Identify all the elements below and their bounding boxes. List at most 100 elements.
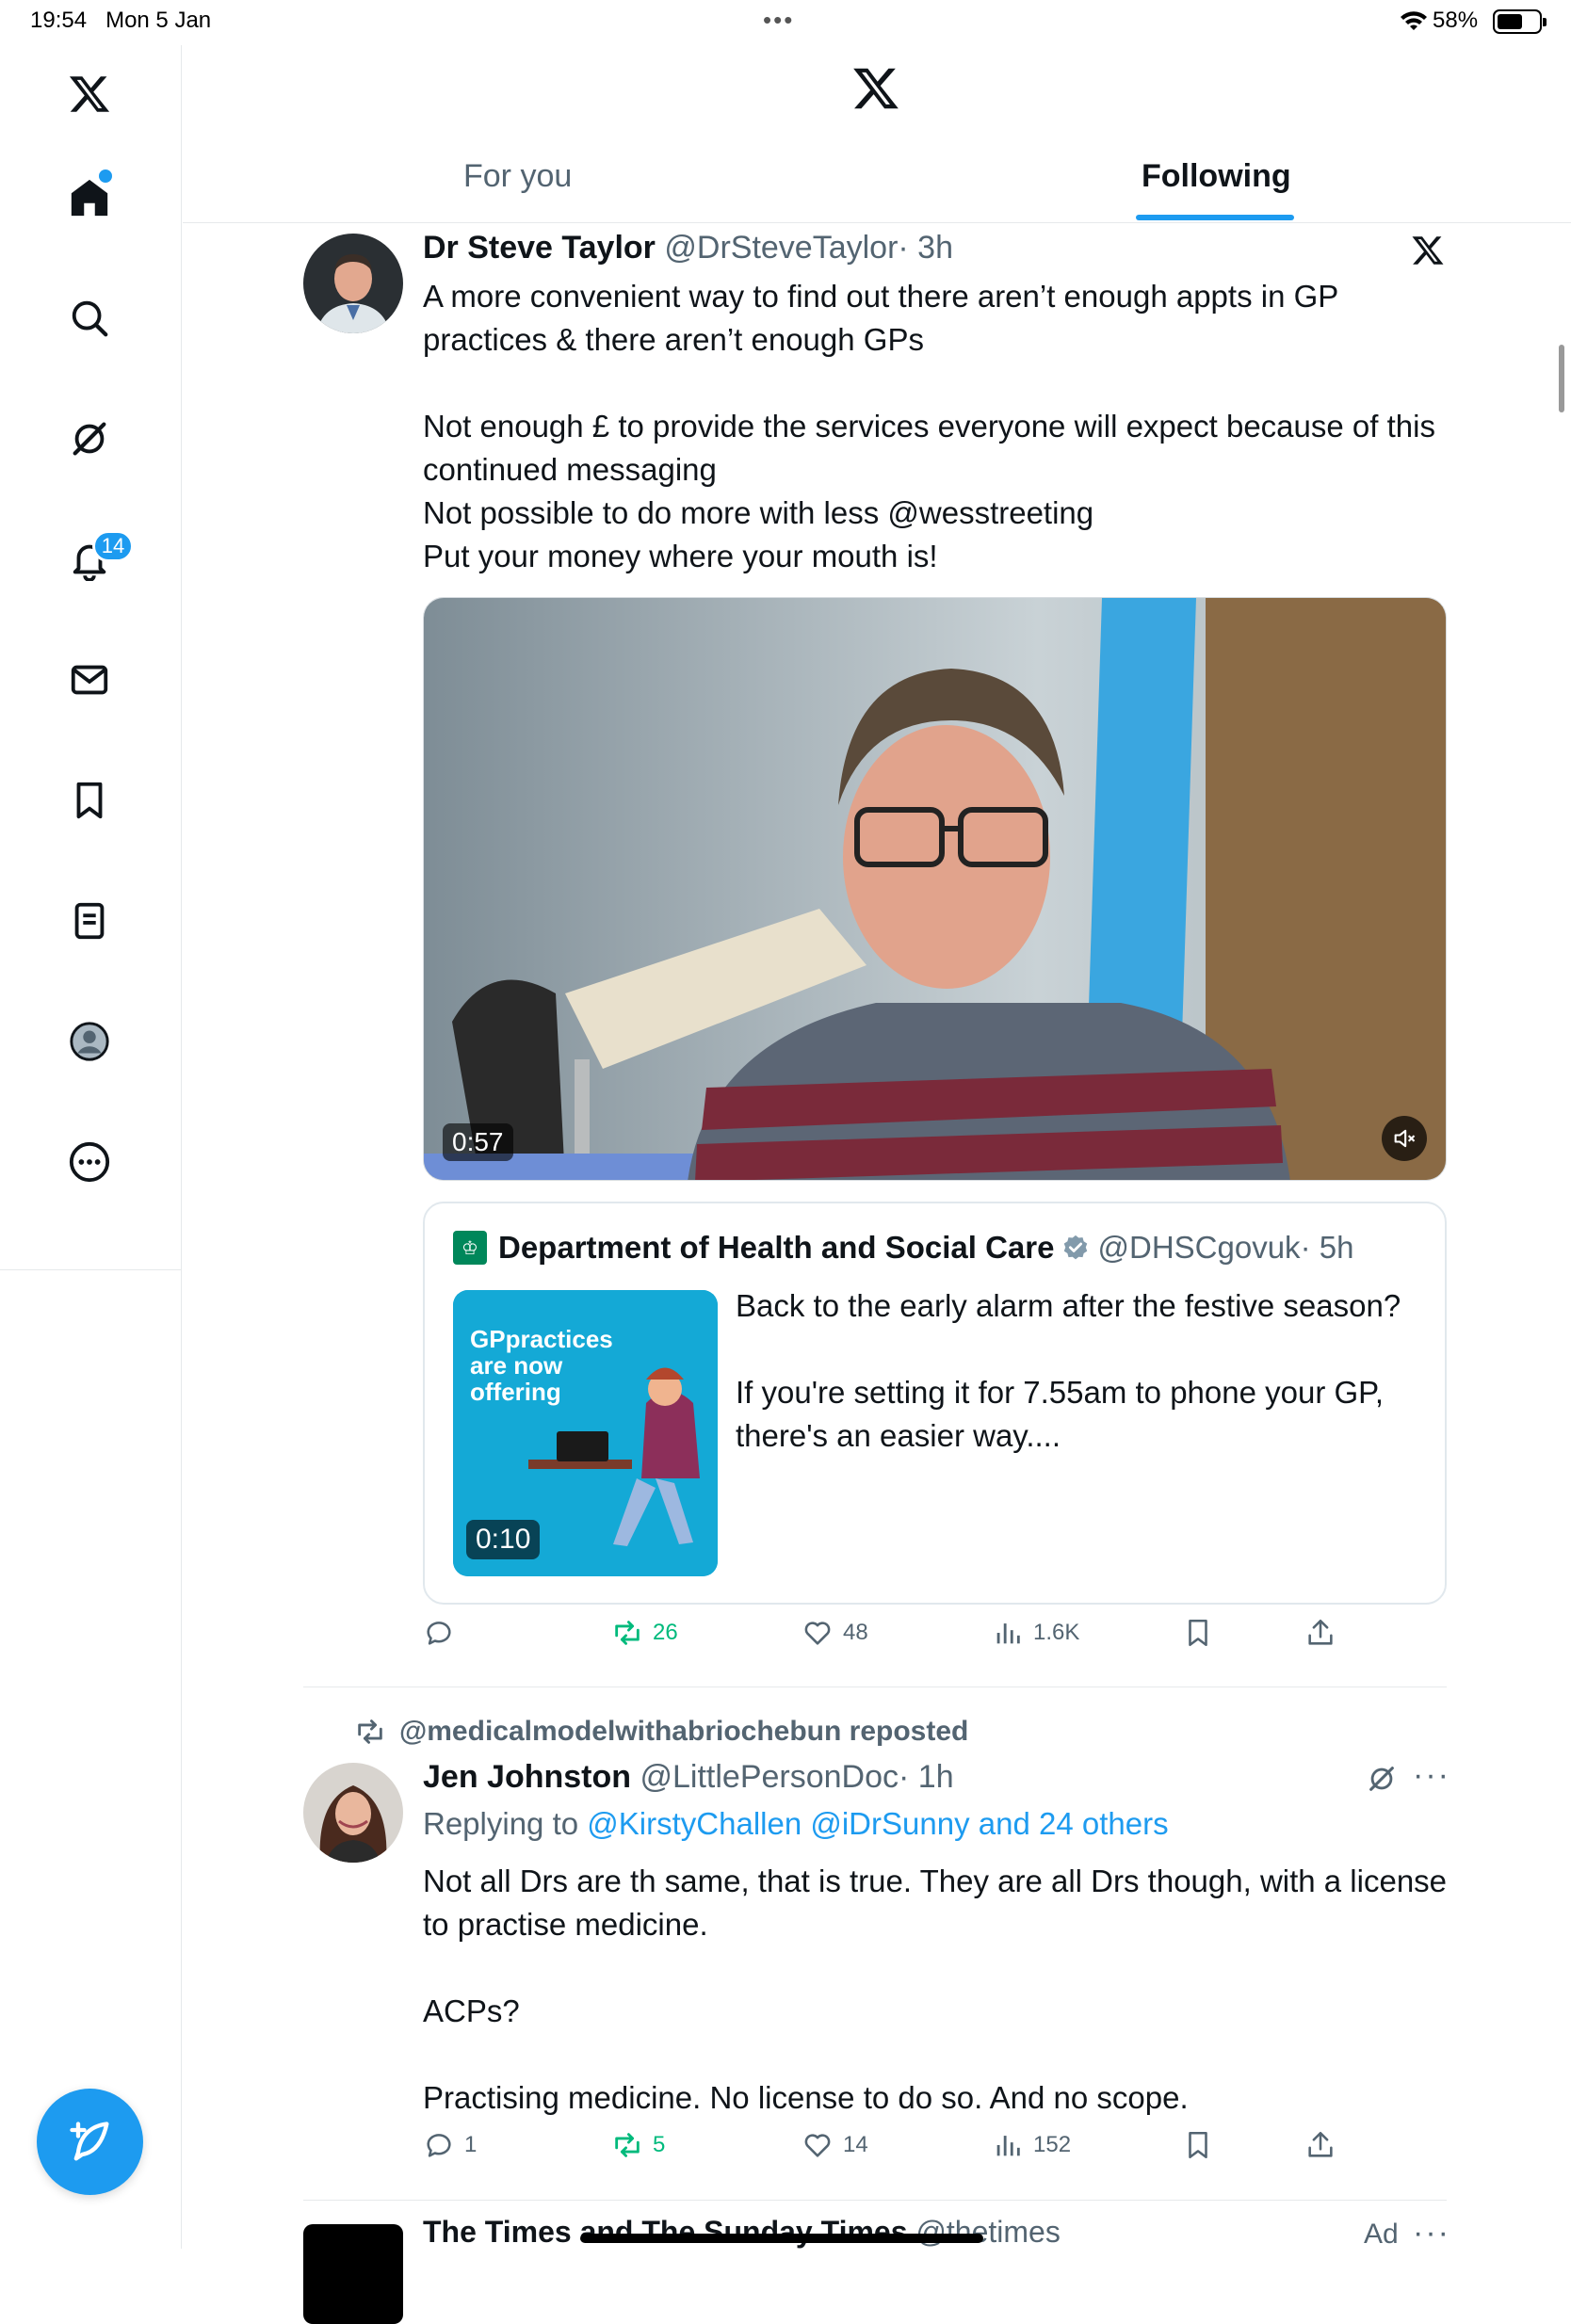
author-name[interactable]: Jen Johnston [423,1759,631,1795]
repost-count: 5 [653,2132,666,2157]
tweet-actions: 1 5 14 152 [423,2129,1365,2176]
grok-icon [73,422,106,456]
reposted-by-label: @medicalmodelwithabriochebun reposted [399,1716,969,1747]
more-options-icon[interactable]: ··· [1413,1757,1450,1794]
nav-lists[interactable] [59,891,120,951]
share-icon [1308,2131,1333,2157]
repost-count: 26 [653,1620,678,1645]
tweet-time: · 1h [899,1759,954,1795]
mail-icon [71,665,108,695]
nav-more[interactable] [59,1132,120,1192]
repost-button[interactable]: 26 [611,1617,678,1649]
bookmark-icon [1189,1619,1207,1647]
like-count: 14 [843,2132,868,2157]
video-duration: 0:57 [443,1123,513,1161]
author-handle[interactable]: @LittlePersonDoc [640,1759,899,1795]
reply-icon [427,1622,451,1645]
author-handle[interactable]: @thetimes [915,2215,1060,2249]
tab-for-you[interactable]: For you [463,158,572,195]
quote-time: · 5h [1300,1230,1354,1265]
reply-count: 1 [464,2132,478,2157]
more-circle-icon [69,1141,110,1183]
header-divider [183,222,1571,223]
tweet-video[interactable]: 0:57 [423,597,1447,1181]
quoted-tweet[interactable]: ♔ Department of Health and Social Care @… [423,1202,1447,1605]
battery-icon [1493,9,1547,34]
crown-icon: ♔ [453,1231,487,1265]
reply-icon [427,2134,451,2157]
share-button[interactable] [1304,2129,1346,2161]
like-count: 48 [843,1620,868,1645]
x-logo-icon[interactable] [59,64,120,124]
views-button[interactable]: 1.6K [992,1617,1079,1649]
replying-to-users[interactable]: @KirstyChallen @iDrSunny and 24 others [587,1806,1168,1841]
views-button[interactable]: 152 [992,2129,1071,2161]
like-button[interactable]: 14 [802,2129,868,2161]
reply-button[interactable]: 1 [423,2129,477,2161]
mute-icon [1394,1129,1416,1148]
wifi-icon [1401,11,1427,30]
sidebar: 14 [0,45,182,2249]
view-count: 1.6K [1033,1620,1080,1645]
share-button[interactable] [1304,1617,1346,1649]
quote-header: ♔ Department of Health and Social Care @… [453,1230,1353,1266]
active-tab-indicator [1136,215,1294,220]
bookmark-button[interactable] [1182,1617,1223,1649]
nav-bookmarks[interactable] [59,770,120,831]
home-indicator[interactable] [580,2234,983,2243]
compose-icon [69,2121,108,2160]
nav-search[interactable] [59,288,120,348]
profile-icon [70,1022,109,1061]
status-bar: 19:54 Mon 5 Jan ••• 58% [0,0,1571,45]
list-icon [74,902,105,940]
author-name[interactable]: The Times and The Sunday Times [423,2215,908,2249]
tweet-actions: 26 48 1.6K [423,1617,1365,1664]
ad-label: Ad [1364,2219,1399,2250]
more-options-icon[interactable]: ··· [1413,2215,1450,2251]
author-name[interactable]: Dr Steve Taylor [423,230,656,266]
heart-icon [804,1622,831,1645]
replying-to: Replying to @KirstyChallen @iDrSunny and… [423,1806,1169,1842]
multitasking-dots[interactable]: ••• [763,6,794,35]
repost-context[interactable]: @medicalmodelwithabriochebun reposted [354,1716,968,1748]
nav-grok[interactable] [59,409,120,469]
tweet-text: Not all Drs are th same, that is true. T… [423,1864,1448,2115]
avatar[interactable] [303,2224,403,2324]
like-button[interactable]: 48 [802,1617,868,1649]
quote-video[interactable]: GPpractices are now offering 0:10 [453,1290,718,1576]
battery-percent: 58% [1433,8,1479,33]
heart-icon [804,2134,831,2157]
scrollbar[interactable] [1559,345,1564,412]
tab-following[interactable]: Following [1142,158,1291,195]
quote-video-caption: GPpractices are now offering [470,1325,613,1406]
nav-messages[interactable] [59,650,120,710]
author-handle[interactable]: @DrSteveTaylor [664,230,898,266]
video-thumbnail [424,598,1446,1180]
compose-button[interactable] [37,2089,143,2195]
x-logo-icon[interactable] [851,64,900,113]
tweet-header: The Times and The Sunday Times @thetimes [423,2215,1061,2250]
repost-icon [615,1621,640,1645]
avatar[interactable] [303,234,403,333]
share-icon [1308,1619,1333,1645]
reply-button[interactable] [423,1617,464,1649]
search-icon [72,300,108,337]
tweet-header: Jen Johnston @LittlePersonDoc· 1h [423,1759,954,1796]
repost-button[interactable]: 5 [611,2129,665,2161]
mute-button[interactable] [1382,1116,1427,1161]
quote-video-duration: 0:10 [466,1520,541,1559]
nav-profile[interactable] [59,1011,120,1072]
bookmark-icon [76,782,103,819]
bookmark-icon [1189,2131,1207,2159]
replying-prefix: Replying to [423,1806,579,1841]
avatar[interactable] [303,1763,403,1863]
grok-icon[interactable] [1366,1763,1398,1795]
notifications-badge: 14 [92,530,134,562]
sidebar-divider [0,1269,182,1270]
x-logo-icon [1412,236,1444,265]
bookmark-button[interactable] [1182,2129,1223,2161]
quote-author-name: Department of Health and Social Care [498,1230,1055,1265]
quote-author-handle: @DHSCgovuk [1097,1230,1301,1265]
views-icon [996,2136,1020,2156]
tweet-header: Dr Steve Taylor @DrSteveTaylor· 3h [423,230,953,266]
